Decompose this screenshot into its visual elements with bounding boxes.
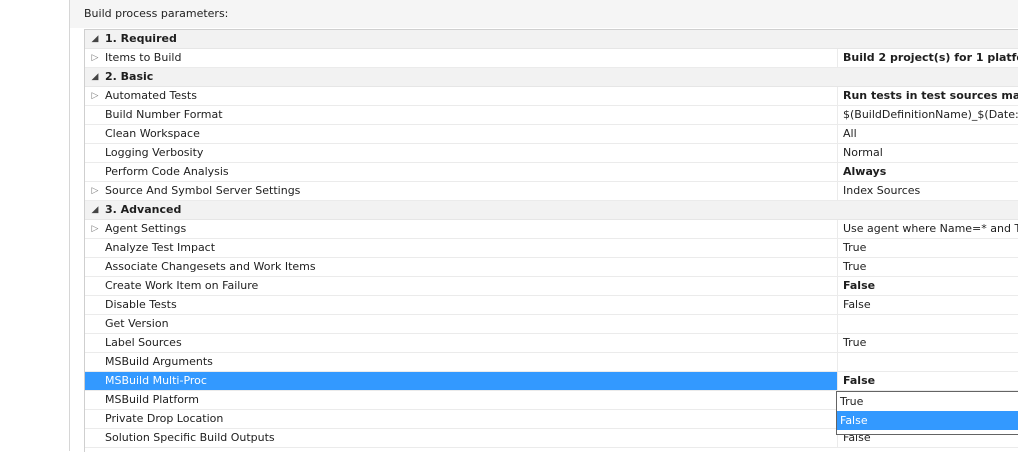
property-value-cell[interactable] xyxy=(837,353,1018,371)
property-value: Index Sources xyxy=(843,184,921,197)
category-row[interactable]: ◢ 3. Advanced xyxy=(85,201,1018,220)
property-value: Use agent where Name=* and Tag xyxy=(843,222,1018,235)
property-row[interactable]: Analyze Test Impact True xyxy=(85,239,1018,258)
property-value-cell[interactable]: True xyxy=(837,239,1018,257)
category-label: 1. Required xyxy=(105,32,177,45)
category-label: 3. Advanced xyxy=(105,203,182,216)
collapsed-triangle-icon[interactable]: ▷ xyxy=(89,51,101,65)
property-row[interactable]: ▷ Items to Build Build 2 project(s) for 1 … xyxy=(85,49,1018,68)
collapsed-triangle-icon[interactable]: ▷ xyxy=(89,89,101,103)
collapsed-triangle-icon[interactable]: ▷ xyxy=(89,222,101,236)
property-value-cell[interactable]: $(BuildDefinitionName)_$(Date:yy xyxy=(837,106,1018,124)
property-value-cell[interactable]: Always xyxy=(837,163,1018,181)
property-name: Items to Build xyxy=(105,51,182,64)
property-name: Solution Specific Build Outputs xyxy=(105,431,275,444)
property-name: Create Work Item on Failure xyxy=(105,279,259,292)
property-row[interactable]: ▷ Source And Symbol Server Settings Index … xyxy=(85,182,1018,201)
property-name: Build Number Format xyxy=(105,108,223,121)
property-value-cell[interactable]: Index Sources xyxy=(837,182,1018,200)
category-row[interactable]: ◢ 2. Basic xyxy=(85,68,1018,87)
property-value: False xyxy=(843,374,876,387)
property-value: True xyxy=(843,260,867,273)
property-name: Logging Verbosity xyxy=(105,146,204,159)
property-row[interactable]: MSBuild Arguments xyxy=(85,353,1018,372)
property-value: Always xyxy=(843,165,887,178)
property-row[interactable]: ▷ Agent Settings Use agent where Name=* an… xyxy=(85,220,1018,239)
left-panel-strip xyxy=(0,0,70,451)
property-value-cell[interactable]: True xyxy=(837,334,1018,352)
property-value: Run tests in test sources matchi xyxy=(843,89,1018,102)
property-value: True xyxy=(843,336,867,349)
property-row[interactable]: ▷ Automated Tests Run tests in test source… xyxy=(85,87,1018,106)
property-value: False xyxy=(843,279,876,292)
expanded-triangle-icon[interactable]: ◢ xyxy=(89,70,101,84)
boolean-dropdown-list[interactable]: True False xyxy=(836,391,1018,435)
property-name: Disable Tests xyxy=(105,298,177,311)
property-value-cell[interactable]: Use agent where Name=* and Tag xyxy=(837,220,1018,238)
property-value-cell[interactable]: True xyxy=(837,258,1018,276)
property-grid: ◢ 1. Required ▷ Items to Build Build 2 proje… xyxy=(84,29,1018,452)
section-title: Build process parameters: xyxy=(84,7,229,20)
property-name: Analyze Test Impact xyxy=(105,241,216,254)
dropdown-option[interactable]: True xyxy=(837,392,1018,411)
property-name: Private Drop Location xyxy=(105,412,224,425)
property-value: All xyxy=(843,127,857,140)
property-value-cell[interactable] xyxy=(837,315,1018,333)
expanded-triangle-icon[interactable]: ◢ xyxy=(89,203,101,217)
expanded-triangle-icon[interactable]: ◢ xyxy=(89,32,101,46)
dropdown-option[interactable]: False xyxy=(837,411,1018,430)
property-name: Label Sources xyxy=(105,336,182,349)
property-value: Build 2 project(s) for 1 platform xyxy=(843,51,1018,64)
property-name: Perform Code Analysis xyxy=(105,165,229,178)
property-value-cell[interactable]: Build 2 project(s) for 1 platform xyxy=(837,49,1018,67)
property-name: Associate Changesets and Work Items xyxy=(105,260,316,273)
property-name: Get Version xyxy=(105,317,169,330)
property-name: Source And Symbol Server Settings xyxy=(105,184,301,197)
property-value-cell[interactable]: False xyxy=(837,277,1018,295)
category-label: 2. Basic xyxy=(105,70,154,83)
property-row[interactable]: Disable Tests False xyxy=(85,296,1018,315)
property-name: MSBuild Platform xyxy=(105,393,199,406)
property-row[interactable]: Get Version xyxy=(85,315,1018,334)
property-row[interactable]: Perform Code Analysis Always xyxy=(85,163,1018,182)
property-name: MSBuild Multi-Proc xyxy=(105,374,207,387)
property-name: Agent Settings xyxy=(105,222,187,235)
collapsed-triangle-icon[interactable]: ▷ xyxy=(89,184,101,198)
property-row[interactable]: Clean Workspace All xyxy=(85,125,1018,144)
property-name: Clean Workspace xyxy=(105,127,200,140)
property-row[interactable]: Build Number Format $(BuildDefinitionName… xyxy=(85,106,1018,125)
property-value-cell[interactable]: All xyxy=(837,125,1018,143)
property-value: $(BuildDefinitionName)_$(Date:yy xyxy=(843,108,1018,121)
property-row[interactable]: Label Sources True xyxy=(85,334,1018,353)
property-value-cell[interactable]: Run tests in test sources matchi xyxy=(837,87,1018,105)
property-value: True xyxy=(843,241,867,254)
property-row[interactable]: Logging Verbosity Normal xyxy=(85,144,1018,163)
property-value-cell[interactable]: False xyxy=(837,372,1018,390)
property-value-cell[interactable]: False xyxy=(837,296,1018,314)
property-value: Normal xyxy=(843,146,883,159)
property-value-cell[interactable]: Normal xyxy=(837,144,1018,162)
property-row[interactable]: MSBuild Multi-Proc False xyxy=(85,372,1018,391)
category-row[interactable]: ◢ 1. Required xyxy=(85,30,1018,49)
property-value: False xyxy=(843,298,871,311)
section-header: Build process parameters: xyxy=(70,0,1018,28)
property-name: Automated Tests xyxy=(105,89,197,102)
property-name: MSBuild Arguments xyxy=(105,355,213,368)
property-row[interactable]: Create Work Item on Failure False xyxy=(85,277,1018,296)
property-row[interactable]: Associate Changesets and Work Items True xyxy=(85,258,1018,277)
